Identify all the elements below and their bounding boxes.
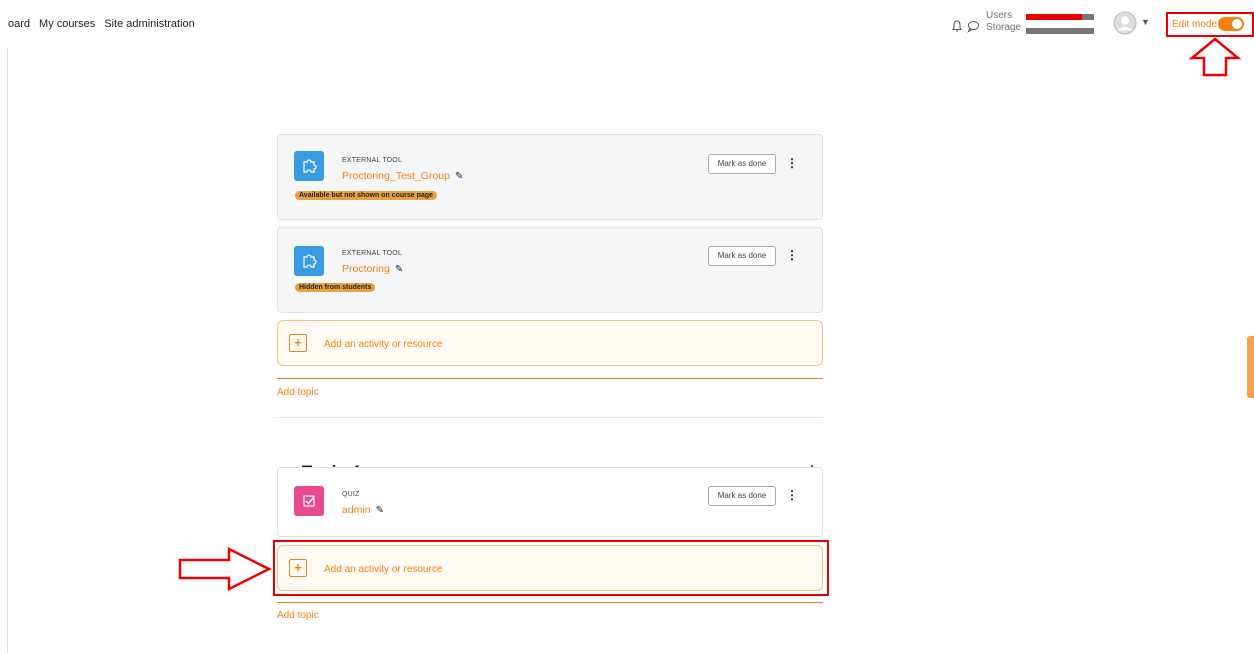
primary-nav: oard My courses Site administration bbox=[8, 18, 195, 30]
nav-my-courses[interactable]: My courses bbox=[39, 18, 95, 30]
activity-type: EXTERNAL TOOL bbox=[342, 250, 403, 257]
add-activity-button[interactable]: + Add an activity or resource bbox=[277, 320, 823, 366]
nav-dashboard[interactable]: oard bbox=[8, 18, 30, 30]
activity-card: QUIZ admin ✎ Mark as done ⋮ bbox=[277, 467, 823, 537]
edit-mode-label: Edit mode bbox=[1172, 19, 1218, 30]
activity-card: EXTERNAL TOOL Proctoring ✎ Hidden from st… bbox=[277, 227, 823, 313]
activity-type: QUIZ bbox=[342, 491, 360, 498]
activity-name-link[interactable]: admin ✎ bbox=[342, 504, 384, 516]
availability-badge: Available but not shown on course page bbox=[295, 191, 437, 200]
bell-icon[interactable] bbox=[950, 19, 964, 33]
top-navbar: oard My courses Site administration User… bbox=[0, 0, 1254, 48]
quiz-check-icon bbox=[294, 486, 324, 516]
mark-as-done-button[interactable]: Mark as done bbox=[708, 246, 776, 266]
chevron-down-icon[interactable]: ▼ bbox=[1141, 17, 1150, 27]
activity-name-text[interactable]: Proctoring bbox=[342, 263, 390, 275]
kebab-menu-icon[interactable]: ⋮ bbox=[786, 488, 798, 502]
activity-name-link[interactable]: Proctoring_Test_Group ✎ bbox=[342, 170, 463, 182]
activity-card: EXTERNAL TOOL Proctoring_Test_Group ✎ Ava… bbox=[277, 134, 823, 220]
kebab-menu-icon[interactable]: ⋮ bbox=[786, 248, 798, 262]
add-topic-link[interactable]: Add topic bbox=[277, 610, 319, 621]
users-bar-track bbox=[1026, 14, 1094, 20]
add-topic-link[interactable]: Add topic bbox=[277, 387, 319, 398]
pencil-icon[interactable]: ✎ bbox=[395, 264, 403, 275]
pencil-icon[interactable]: ✎ bbox=[376, 505, 384, 516]
section-divider bbox=[277, 378, 823, 379]
add-activity-highlight bbox=[273, 540, 829, 596]
storage-bar-fill bbox=[1026, 28, 1094, 34]
activity-name-text[interactable]: Proctoring_Test_Group bbox=[342, 170, 450, 182]
users-label: Users bbox=[986, 10, 1013, 21]
usage-meter: Users Storage bbox=[986, 10, 1021, 34]
up-arrow-annotation-icon bbox=[1188, 37, 1242, 77]
activity-name-link[interactable]: Proctoring ✎ bbox=[342, 263, 403, 275]
plus-icon: + bbox=[289, 334, 307, 352]
chat-bubble-icon[interactable] bbox=[966, 19, 980, 33]
section-separator bbox=[277, 417, 823, 418]
activity-name-text[interactable]: admin bbox=[342, 504, 371, 516]
activity-type: EXTERNAL TOOL bbox=[342, 157, 403, 164]
puzzle-icon bbox=[294, 246, 324, 276]
left-drawer-edge bbox=[7, 48, 8, 653]
add-activity-label: Add an activity or resource bbox=[324, 339, 443, 350]
right-arrow-annotation-icon bbox=[178, 546, 272, 592]
pencil-icon[interactable]: ✎ bbox=[455, 171, 463, 182]
mark-as-done-button[interactable]: Mark as done bbox=[708, 486, 776, 506]
user-avatar-icon[interactable] bbox=[1113, 11, 1137, 35]
storage-label: Storage bbox=[986, 22, 1022, 33]
right-drawer-tab[interactable] bbox=[1247, 336, 1254, 398]
section-divider bbox=[277, 602, 823, 603]
kebab-menu-icon[interactable]: ⋮ bbox=[786, 156, 798, 170]
hidden-badge: Hidden from students bbox=[295, 283, 376, 292]
puzzle-icon bbox=[294, 151, 324, 181]
nav-site-administration[interactable]: Site administration bbox=[104, 18, 195, 30]
edit-mode-toggle[interactable] bbox=[1218, 17, 1244, 31]
storage-bar-track bbox=[1026, 28, 1094, 34]
mark-as-done-button[interactable]: Mark as done bbox=[708, 154, 776, 174]
users-bar-fill bbox=[1026, 14, 1082, 20]
